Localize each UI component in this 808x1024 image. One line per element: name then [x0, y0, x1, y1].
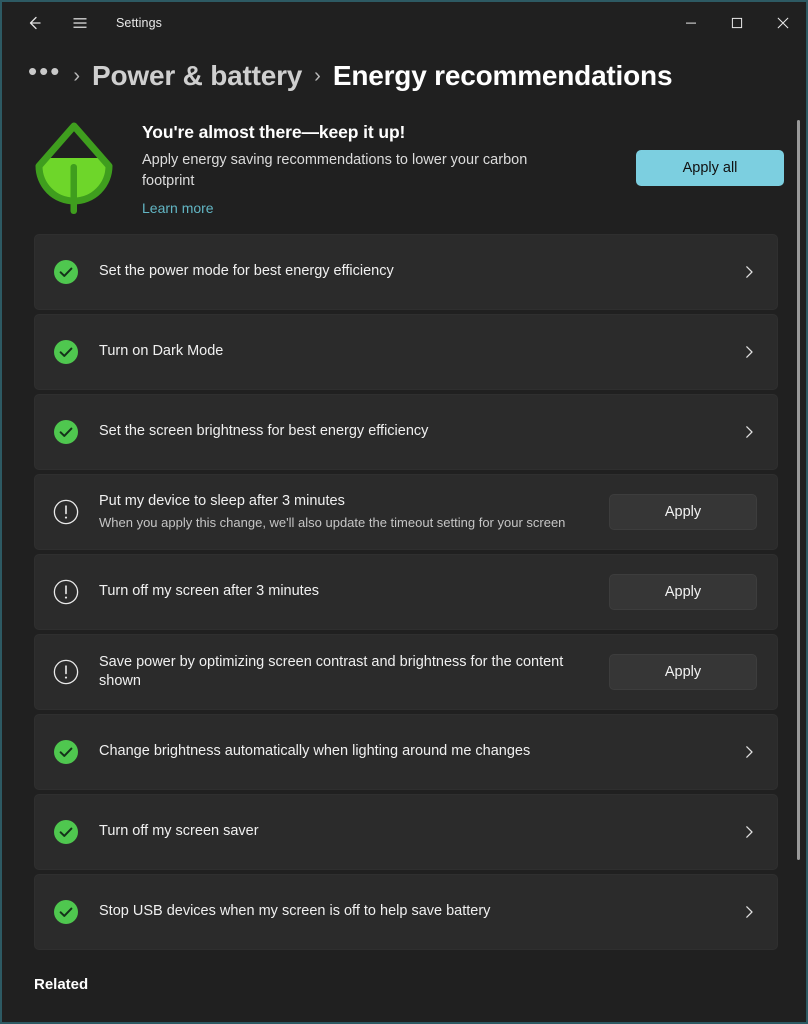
recommendation-row[interactable]: Set the screen brightness for best energ…	[34, 394, 778, 471]
recommendation-text: Turn off my screen after 3 minutes	[99, 582, 591, 602]
maximize-button[interactable]	[714, 2, 760, 44]
recommendation-title: Put my device to sleep after 3 minutes	[99, 492, 345, 509]
hamburger-icon	[73, 18, 87, 28]
recommendation-title: Set the screen brightness for best energ…	[99, 423, 429, 440]
vertical-scrollbar[interactable]	[793, 48, 803, 1018]
check-circle-icon	[51, 817, 81, 847]
settings-window: Settings ••• › Power & battery › Energy …	[0, 0, 808, 1024]
chevron-right-icon[interactable]	[735, 744, 763, 760]
leaf-icon-wrapper	[28, 116, 120, 216]
recommendation-text: Turn off my screen saver	[99, 822, 717, 842]
chevron-right-icon[interactable]	[735, 264, 763, 280]
app-title: Settings	[116, 16, 162, 30]
recommendation-title: Turn off my screen saver	[99, 823, 259, 840]
recommendation-text: Set the screen brightness for best energ…	[99, 422, 717, 442]
minimize-icon	[686, 22, 696, 24]
check-circle-icon	[51, 417, 81, 447]
recommendation-row[interactable]: Turn off my screen after 3 minutes Apply	[34, 554, 778, 631]
related-heading: Related	[34, 976, 89, 994]
recommendation-title: Save power by optimizing screen contrast…	[99, 653, 564, 690]
exclamation-circle-icon	[51, 657, 81, 687]
hamburger-menu-button[interactable]	[60, 8, 100, 38]
recommendation-title: Change brightness automatically when lig…	[99, 743, 531, 760]
recommendation-title: Set the power mode for best energy effic…	[99, 263, 394, 280]
recommendation-description: When you apply this change, we'll also u…	[99, 515, 566, 531]
minimize-button[interactable]	[668, 2, 714, 44]
breadcrumb-link-power-battery[interactable]: Power & battery	[92, 60, 302, 92]
recommendation-text: Change brightness automatically when lig…	[99, 742, 717, 762]
chevron-right-icon[interactable]	[735, 424, 763, 440]
exclamation-circle-icon	[51, 497, 81, 527]
apply-button[interactable]: Apply	[609, 654, 757, 691]
breadcrumb: ••• › Power & battery › Energy recommend…	[2, 44, 806, 102]
chevron-right-icon[interactable]	[735, 904, 763, 920]
apply-button[interactable]: Apply	[609, 574, 757, 611]
content-scroll-area: You're almost there—keep it up! Apply en…	[2, 102, 806, 1022]
title-bar: Settings	[2, 2, 806, 44]
energy-summary-subtitle: Apply energy saving recommendations to l…	[142, 152, 528, 189]
recommendation-text: Save power by optimizing screen contrast…	[99, 653, 591, 692]
check-circle-icon	[54, 340, 78, 365]
close-button[interactable]	[760, 2, 806, 44]
exclamation-circle-icon	[53, 659, 79, 685]
recommendation-row[interactable]: Turn off my screen saver	[34, 794, 778, 871]
exclamation-circle-icon	[51, 577, 81, 607]
scrollbar-thumb[interactable]	[797, 120, 800, 860]
recommendation-row[interactable]: Stop USB devices when my screen is off t…	[34, 874, 778, 951]
recommendation-text: Set the power mode for best energy effic…	[99, 262, 717, 282]
check-circle-icon	[54, 740, 78, 765]
check-circle-icon	[54, 420, 78, 445]
recommendation-title: Stop USB devices when my screen is off t…	[99, 903, 491, 920]
back-arrow-icon	[29, 16, 41, 30]
recommendation-title: Turn off my screen after 3 minutes	[99, 583, 320, 600]
energy-summary-banner: You're almost there—keep it up! Apply en…	[2, 102, 806, 234]
close-icon	[777, 17, 789, 29]
recommendation-row[interactable]: Save power by optimizing screen contrast…	[34, 634, 778, 711]
chevron-right-icon[interactable]	[735, 344, 763, 360]
check-circle-icon	[54, 260, 78, 285]
back-button[interactable]	[14, 8, 54, 38]
check-circle-icon	[51, 257, 81, 287]
energy-summary-text: You're almost there—keep it up! Apply en…	[142, 116, 614, 218]
window-controls	[668, 2, 806, 44]
recommendation-text: Turn on Dark Mode	[99, 342, 717, 362]
exclamation-circle-icon	[53, 579, 79, 605]
recommendation-text: Stop USB devices when my screen is off t…	[99, 902, 717, 922]
recommendation-row[interactable]: Change brightness automatically when lig…	[34, 714, 778, 791]
maximize-icon	[731, 17, 743, 29]
check-circle-icon	[51, 737, 81, 767]
learn-more-link[interactable]: Learn more	[142, 200, 214, 216]
check-circle-icon	[54, 900, 78, 925]
check-circle-icon	[51, 897, 81, 927]
leaf-icon	[35, 122, 113, 214]
recommendations-list: Set the power mode for best energy effic…	[2, 234, 806, 951]
recommendation-row[interactable]: Put my device to sleep after 3 minutes Wh…	[34, 474, 778, 551]
apply-button[interactable]: Apply	[609, 494, 757, 531]
exclamation-circle-icon	[53, 499, 79, 525]
check-circle-icon	[51, 337, 81, 367]
recommendation-title: Turn on Dark Mode	[99, 343, 224, 360]
breadcrumb-overflow-button[interactable]: •••	[28, 58, 61, 88]
recommendation-row[interactable]: Set the power mode for best energy effic…	[34, 234, 778, 311]
recommendation-row[interactable]: Turn on Dark Mode	[34, 314, 778, 391]
check-circle-icon	[54, 820, 78, 845]
page-title: Energy recommendations	[332, 60, 673, 91]
energy-summary-title: You're almost there—keep it up!	[142, 122, 406, 142]
recommendation-text: Put my device to sleep after 3 minutes Wh…	[99, 492, 591, 533]
breadcrumb-separator-1: ›	[73, 64, 80, 87]
apply-all-button[interactable]: Apply all	[636, 150, 784, 186]
breadcrumb-separator-2: ›	[314, 64, 321, 87]
chevron-right-icon[interactable]	[735, 824, 763, 840]
